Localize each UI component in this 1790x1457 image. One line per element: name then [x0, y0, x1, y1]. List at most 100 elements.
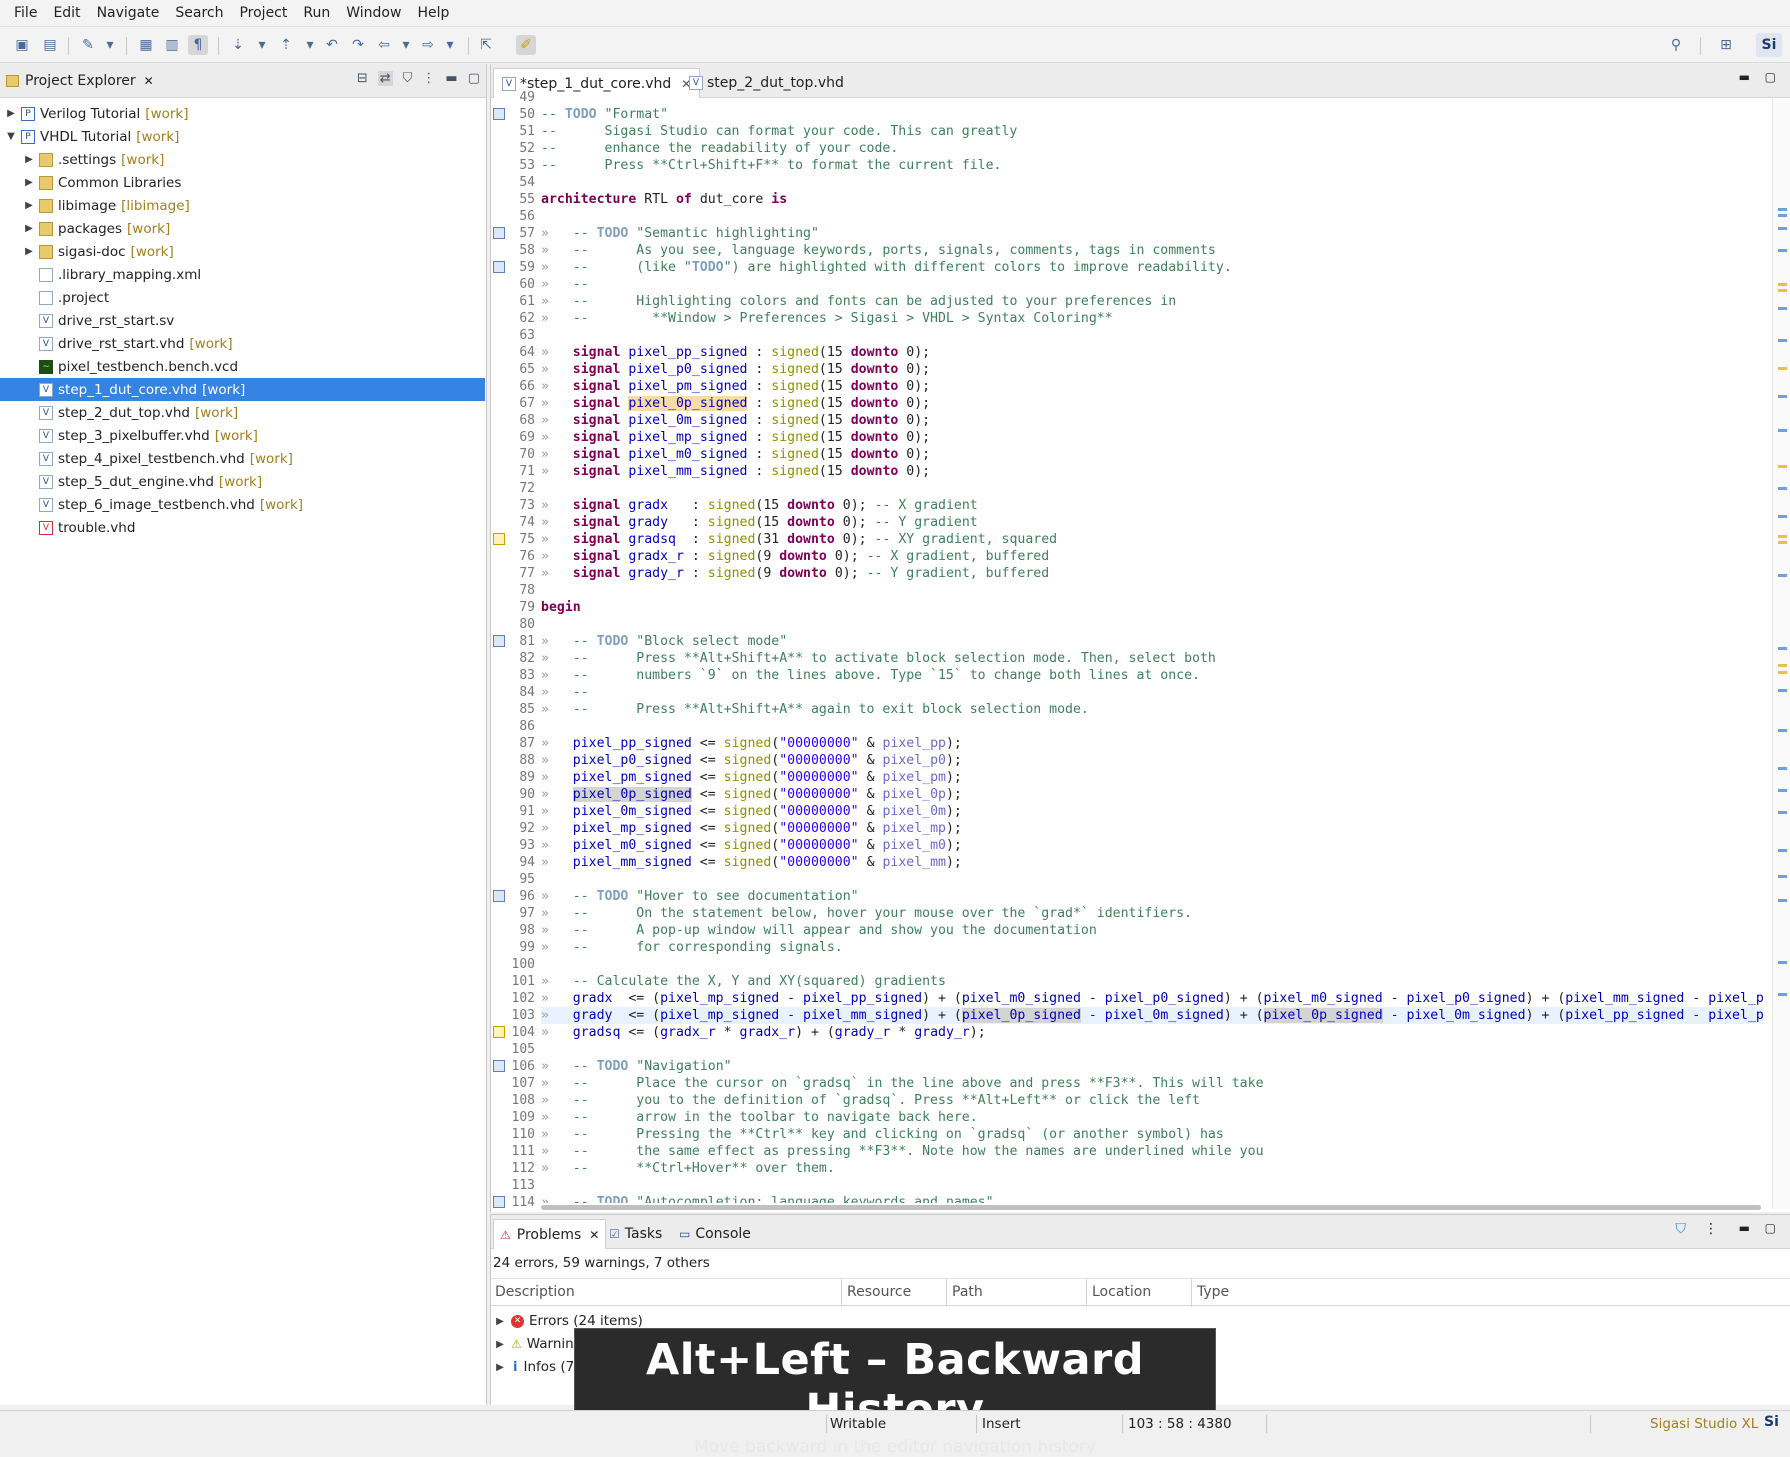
tree-item[interactable]: ▶ packages [work] — [0, 217, 485, 240]
search-icon[interactable]: ⚲ — [1666, 35, 1686, 55]
build-icon[interactable]: ✎ — [78, 35, 98, 55]
toggle-block-selection-icon[interactable]: ▥ — [162, 35, 182, 55]
last-edit-location-icon[interactable]: ↶ — [322, 35, 342, 55]
tab-console[interactable]: ▭ Console — [673, 1219, 757, 1249]
chevron-right-icon[interactable]: ▶ — [22, 246, 36, 257]
menu-file[interactable]: File — [6, 5, 45, 21]
filter-icon[interactable]: ⛉ — [403, 71, 413, 86]
code-token: 0); — [826, 566, 867, 581]
code-token: (15 — [755, 498, 788, 513]
save-icon[interactable]: ▣ — [12, 35, 32, 55]
open-perspective-button-icon[interactable]: ⊞ — [1716, 35, 1736, 55]
dropdown-icon[interactable]: ▾ — [440, 35, 460, 55]
task-marker-icon[interactable] — [493, 227, 505, 239]
menu-help[interactable]: Help — [409, 5, 457, 21]
task-marker-icon[interactable] — [493, 635, 505, 647]
minimize-icon[interactable]: ▬ — [445, 71, 457, 86]
warning-marker-icon[interactable] — [493, 1026, 505, 1038]
tree-item[interactable]: ▶ P Verilog Tutorial [work] — [0, 102, 485, 125]
chevron-right-icon[interactable]: ▶ — [22, 200, 36, 211]
pin-icon[interactable]: ✐ — [516, 35, 536, 55]
chevron-down-icon[interactable]: ▼ — [4, 131, 18, 142]
tree-item[interactable]: Vstep_2_dut_top.vhd [work] — [0, 401, 485, 424]
chevron-right-icon[interactable]: ▶ — [493, 1339, 507, 1350]
open-perspective-icon[interactable]: ⇱ — [476, 35, 496, 55]
tree-item[interactable]: Vstep_6_image_testbench.vhd [work] — [0, 493, 485, 516]
sigasi-perspective-icon[interactable]: Si — [1756, 33, 1782, 57]
menu-run[interactable]: Run — [295, 5, 338, 21]
dropdown-icon[interactable]: ▾ — [300, 35, 320, 55]
minimize-icon[interactable]: ▬ — [1739, 1221, 1750, 1235]
task-marker-icon[interactable] — [493, 261, 505, 273]
menu-edit[interactable]: Edit — [45, 5, 88, 21]
column-description[interactable]: Description — [495, 1284, 575, 1300]
menu-window[interactable]: Window — [338, 5, 409, 21]
tree-item[interactable]: ▶ .settings [work] — [0, 148, 485, 171]
chevron-right-icon[interactable]: ▶ — [22, 223, 36, 234]
tab-problems[interactable]: ⚠ Problems ✕ — [493, 1219, 607, 1249]
line-number-gutter: 49 50 51 52 53 54 55 56 57 58 59 60 61 62 63 64 65 66 67 68… — [491, 90, 541, 1210]
next-edit-location-icon[interactable]: ↷ — [348, 35, 368, 55]
code-token: <= — [691, 770, 724, 785]
tree-item[interactable]: .library_mapping.xml — [0, 263, 485, 286]
save-all-icon[interactable]: ▤ — [40, 35, 60, 55]
tab-tasks[interactable]: ☑ Tasks — [603, 1219, 668, 1249]
close-icon[interactable]: ✕ — [144, 74, 154, 88]
tree-item[interactable]: .project — [0, 286, 485, 309]
tree-item[interactable]: ▶ sigasi-doc [work] — [0, 240, 485, 263]
column-resource[interactable]: Resource — [847, 1284, 911, 1300]
tree-item[interactable]: Vtrouble.vhd — [0, 516, 485, 539]
tree-item[interactable]: Vstep_3_pixelbuffer.vhd [work] — [0, 424, 485, 447]
tab-step-2-dut-top[interactable]: V step_2_dut_top.vhd — [681, 68, 852, 98]
maximize-icon[interactable]: ▢ — [1765, 1221, 1776, 1235]
chevron-right-icon[interactable]: ▶ — [22, 177, 36, 188]
tree-item[interactable]: ▶ libimage [libimage] — [0, 194, 485, 217]
code-text[interactable]: -- TODO "Format" -- Sigasi Studio can for… — [541, 99, 1763, 1203]
code-token: -- arrow in the toolbar to navigate back… — [572, 1110, 978, 1125]
chevron-right-icon[interactable]: ▶ — [493, 1316, 507, 1327]
tree-item[interactable]: Vstep_5_dut_engine.vhd [work] — [0, 470, 485, 493]
task-marker-icon[interactable] — [493, 108, 505, 120]
code-token: » — [541, 1093, 573, 1108]
overview-ruler[interactable] — [1772, 99, 1790, 1209]
column-type[interactable]: Type — [1197, 1284, 1229, 1300]
dropdown-icon[interactable]: ▾ — [252, 35, 272, 55]
back-arrow-icon[interactable]: ⇦ — [374, 35, 394, 55]
menu-search[interactable]: Search — [167, 5, 231, 21]
task-marker-icon[interactable] — [493, 890, 505, 902]
horizontal-scrollbar[interactable] — [541, 1205, 1761, 1210]
forward-arrow-icon[interactable]: ⇨ — [418, 35, 438, 55]
maximize-icon[interactable]: ▢ — [1765, 70, 1776, 84]
filter-icon[interactable]: ⛉ — [1676, 1221, 1687, 1237]
tree-item[interactable]: Vstep_1_dut_core.vhd [work] — [0, 378, 485, 401]
previous-annotation-icon[interactable]: ⇡ — [276, 35, 296, 55]
link-with-editor-icon[interactable]: ⇄ — [377, 71, 393, 86]
tree-item[interactable]: Vstep_4_pixel_testbench.vhd [work] — [0, 447, 485, 470]
toggle-mark-occurrences-icon[interactable]: ▦ — [136, 35, 156, 55]
task-marker-icon[interactable] — [493, 1060, 505, 1072]
minimize-icon[interactable]: ▬ — [1739, 70, 1750, 84]
warning-marker-icon[interactable] — [493, 533, 505, 545]
view-menu-icon[interactable]: ⋮ — [422, 71, 435, 86]
task-marker-icon[interactable] — [493, 1196, 505, 1208]
dropdown-icon[interactable]: ▾ — [396, 35, 416, 55]
column-location[interactable]: Location — [1092, 1284, 1151, 1300]
maximize-icon[interactable]: ▢ — [468, 71, 480, 86]
chevron-right-icon[interactable]: ▶ — [4, 108, 18, 119]
tree-item[interactable]: ▼ P VHDL Tutorial [work] — [0, 125, 485, 148]
tree-item[interactable]: Vdrive_rst_start.sv — [0, 309, 485, 332]
dropdown-icon[interactable]: ▾ — [100, 35, 120, 55]
close-icon[interactable]: ✕ — [589, 1228, 599, 1242]
menu-project[interactable]: Project — [231, 5, 295, 21]
tree-item[interactable]: ▶ Common Libraries — [0, 171, 485, 194]
collapse-all-icon[interactable]: ⊟ — [357, 71, 368, 86]
show-whitespace-icon[interactable]: ¶ — [188, 35, 208, 55]
menu-navigate[interactable]: Navigate — [89, 5, 168, 21]
column-path[interactable]: Path — [952, 1284, 983, 1300]
tree-item[interactable]: Vdrive_rst_start.vhd [work] — [0, 332, 485, 355]
next-annotation-icon[interactable]: ⇣ — [228, 35, 248, 55]
view-menu-icon[interactable]: ⋮ — [1704, 1221, 1718, 1237]
chevron-right-icon[interactable]: ▶ — [493, 1362, 507, 1373]
tree-item[interactable]: ~ pixel_testbench.bench.vcd — [0, 355, 485, 378]
chevron-right-icon[interactable]: ▶ — [22, 154, 36, 165]
